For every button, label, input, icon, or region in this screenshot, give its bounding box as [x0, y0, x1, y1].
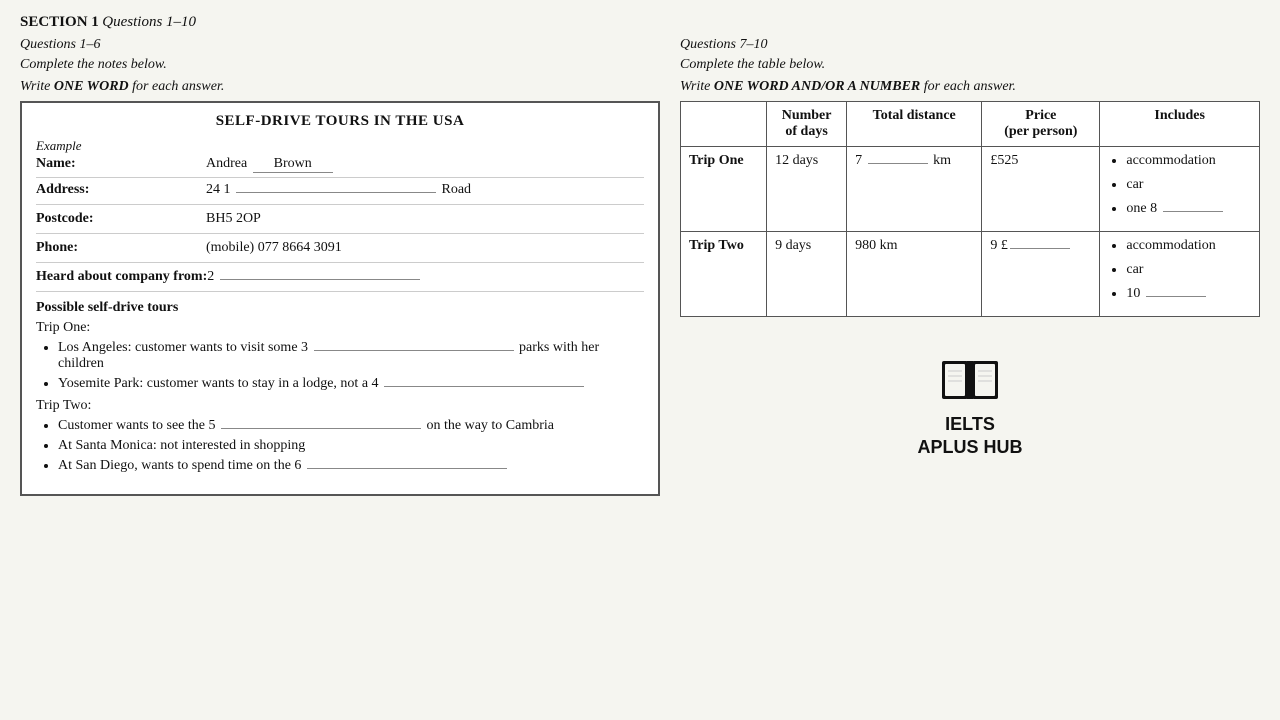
- trip-one-distance: 7 km: [847, 147, 982, 232]
- trip-two-includes-list: accommodation car 10: [1108, 238, 1251, 302]
- trip-two-includes-2: car: [1126, 262, 1251, 278]
- trip-one-days: 12 days: [767, 147, 847, 232]
- postcode-label: Postcode:: [36, 211, 206, 227]
- blank-3: [314, 350, 514, 351]
- blank-6: [307, 468, 507, 469]
- trip-two-item-2: At Santa Monica: not interested in shopp…: [58, 438, 644, 454]
- trip-one-includes: accommodation car one 8: [1100, 147, 1260, 232]
- possible-heading: Possible self-drive tours: [36, 300, 644, 316]
- address-row: Address: 24 1 Road: [36, 182, 644, 205]
- trip-one-name: Trip One: [681, 147, 767, 232]
- phone-label: Phone:: [36, 240, 206, 256]
- right-subtitle: Questions 7–10: [680, 37, 1260, 53]
- trip-one-label: Trip One:: [36, 320, 644, 336]
- trip-one-list: Los Angeles: customer wants to visit som…: [36, 340, 644, 392]
- name-label: Name:: [36, 156, 206, 172]
- name-value: Andrea Brown: [206, 156, 335, 173]
- blank-9: [1010, 248, 1070, 249]
- trip-two-distance: 980 km: [847, 232, 982, 317]
- table-row-trip-one: Trip One 12 days 7 km £525 accommodation…: [681, 147, 1260, 232]
- col-header-price: Price(per person): [982, 102, 1100, 147]
- table-row-trip-two: Trip Two 9 days 980 km 9 £ accommodation…: [681, 232, 1260, 317]
- trip-two-label: Trip Two:: [36, 398, 644, 414]
- logo-line1: IELTS: [917, 413, 1022, 436]
- right-column: Questions 7–10 Complete the table below.…: [680, 37, 1260, 496]
- section-label: SECTION 1: [20, 14, 99, 30]
- right-instruction2: Write ONE WORD AND/OR A NUMBER for each …: [680, 79, 1260, 95]
- name-row: Name: Andrea Brown: [36, 156, 644, 178]
- blank-10: [1146, 296, 1206, 297]
- col-header-distance: Total distance: [847, 102, 982, 147]
- notes-box: SELF-DRIVE TOURS IN THE USA Example Name…: [20, 101, 660, 496]
- blank-4: [384, 386, 584, 387]
- col-header-days: Numberof days: [767, 102, 847, 147]
- blank-8: [1163, 211, 1223, 212]
- trip-two-item-3: At San Diego, wants to spend time on the…: [58, 458, 644, 474]
- blank-5: [221, 428, 421, 429]
- address-label: Address:: [36, 182, 206, 198]
- address-blank: [236, 192, 436, 193]
- phone-row: Phone: (mobile) 077 8664 3091: [36, 240, 644, 263]
- postcode-value: BH5 2OP: [206, 211, 644, 227]
- heard-label: Heard about company from:: [36, 269, 207, 285]
- trips-table: Numberof days Total distance Price(per p…: [680, 101, 1260, 317]
- left-instruction2-bold: ONE WORD: [54, 79, 129, 94]
- trip-one-includes-3: one 8: [1126, 201, 1251, 217]
- trip-two-includes-1: accommodation: [1126, 238, 1251, 254]
- col-header-empty: [681, 102, 767, 147]
- trip-two-price: 9 £: [982, 232, 1100, 317]
- heard-value: 2: [207, 269, 644, 285]
- trip-two-includes: accommodation car 10: [1100, 232, 1260, 317]
- logo-area: IELTS APLUS HUB: [680, 357, 1260, 460]
- left-column: Questions 1–6 Complete the notes below. …: [20, 37, 660, 496]
- book-icon: [940, 357, 1000, 407]
- trip-two-name: Trip Two: [681, 232, 767, 317]
- trip-two-item-1: Customer wants to see the 5 on the way t…: [58, 418, 644, 434]
- name-answer: Brown: [253, 156, 333, 173]
- example-label: Example: [36, 138, 644, 154]
- right-instruction2-bold: ONE WORD AND/OR A NUMBER: [714, 79, 920, 94]
- trip-two-list: Customer wants to see the 5 on the way t…: [36, 418, 644, 474]
- logo-line2: APLUS HUB: [917, 436, 1022, 459]
- section-title: Questions 1–10: [102, 14, 196, 30]
- trip-one-item-2: Yosemite Park: customer wants to stay in…: [58, 376, 644, 392]
- blank-7: [868, 163, 928, 164]
- trip-one-price: £525: [982, 147, 1100, 232]
- left-instruction1: Complete the notes below.: [20, 57, 660, 73]
- heard-blank: [220, 279, 420, 280]
- postcode-row: Postcode: BH5 2OP: [36, 211, 644, 234]
- trip-two-includes-3: 10: [1126, 286, 1251, 302]
- trip-one-includes-list: accommodation car one 8: [1108, 153, 1251, 217]
- page-header: SECTION 1 Questions 1–10: [20, 14, 1260, 31]
- phone-value: (mobile) 077 8664 3091: [206, 240, 644, 256]
- left-subtitle: Questions 1–6: [20, 37, 660, 53]
- right-instruction1: Complete the table below.: [680, 57, 1260, 73]
- trip-one-includes-1: accommodation: [1126, 153, 1251, 169]
- trip-one-includes-2: car: [1126, 177, 1251, 193]
- trip-one-item-1: Los Angeles: customer wants to visit som…: [58, 340, 644, 372]
- notes-box-title: SELF-DRIVE TOURS IN THE USA: [36, 113, 644, 130]
- address-value: 24 1 Road: [206, 182, 644, 198]
- logo-text: IELTS APLUS HUB: [917, 413, 1022, 460]
- trip-two-days: 9 days: [767, 232, 847, 317]
- col-header-includes: Includes: [1100, 102, 1260, 147]
- heard-row: Heard about company from: 2: [36, 269, 644, 292]
- table-header-row: Numberof days Total distance Price(per p…: [681, 102, 1260, 147]
- left-instruction2: Write ONE WORD for each answer.: [20, 79, 660, 95]
